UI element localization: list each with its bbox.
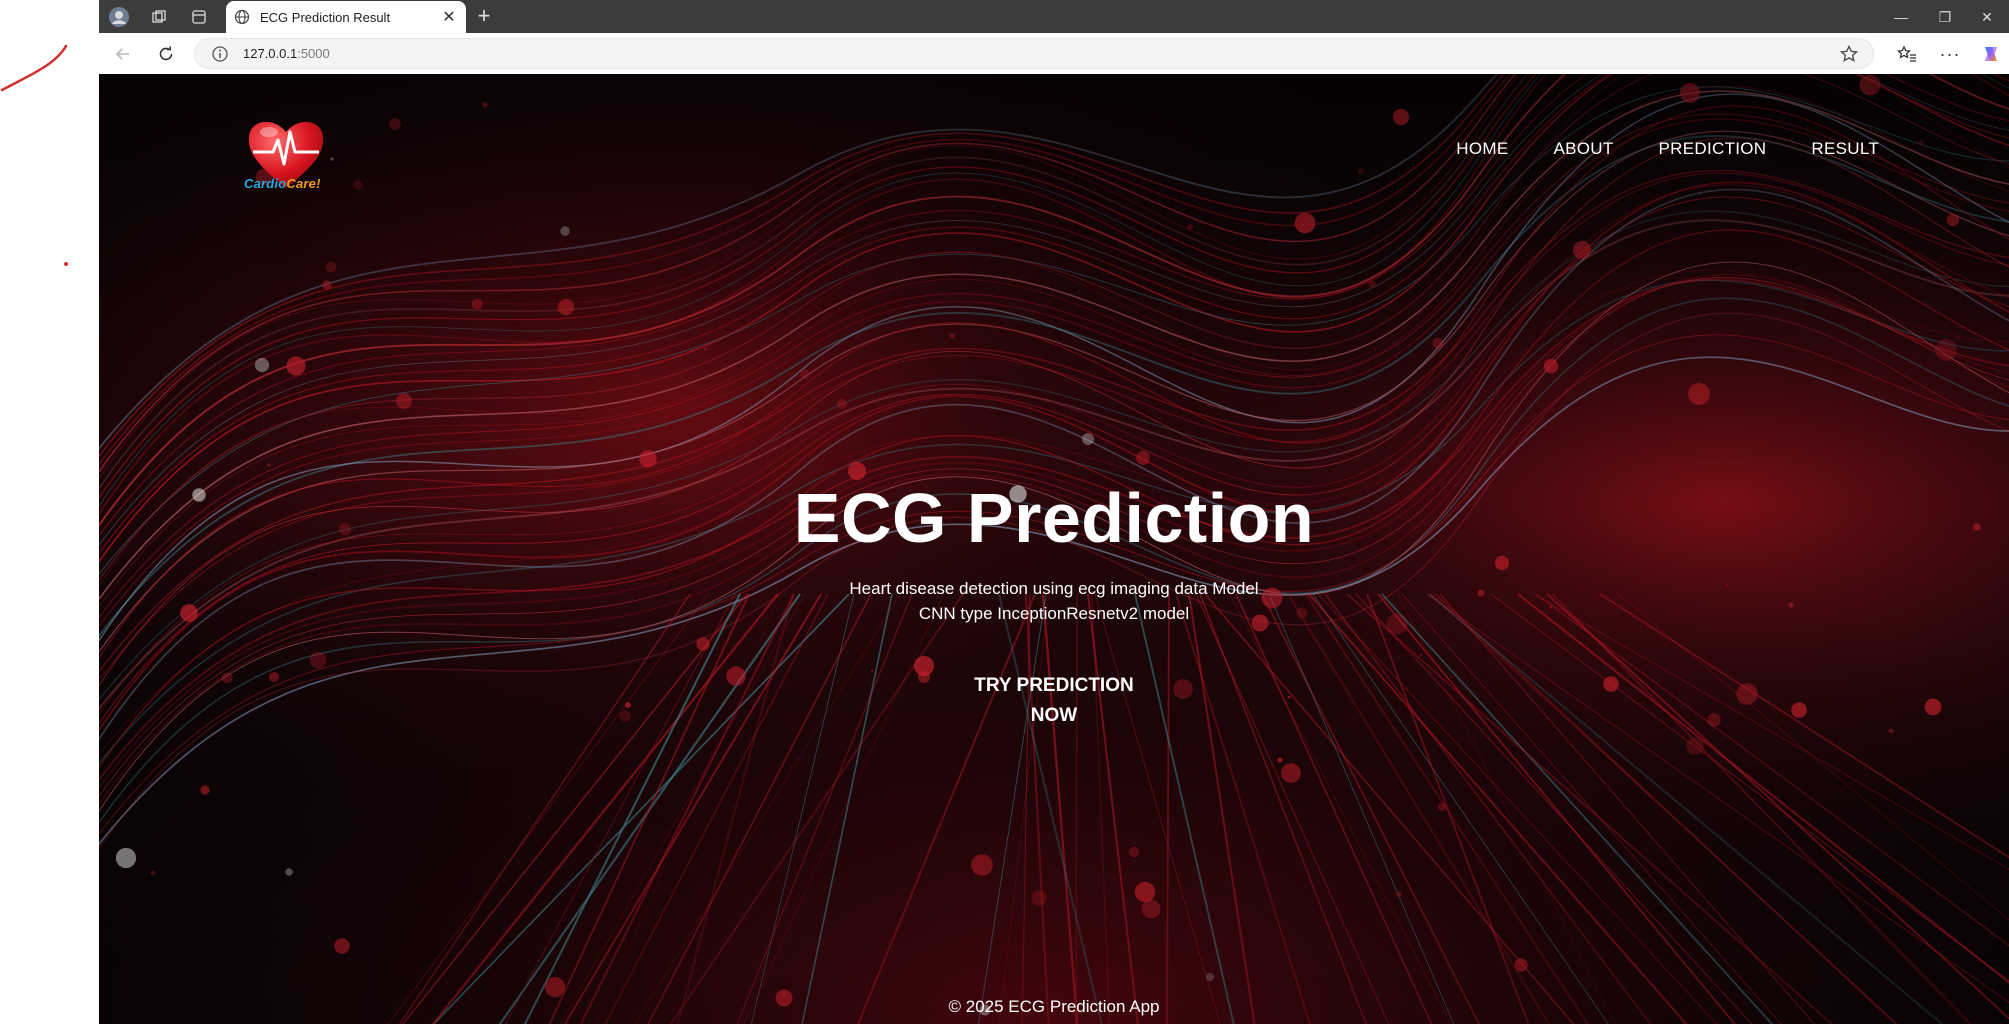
desktop-ink-annotation xyxy=(0,44,68,266)
browser-window: ECG Prediction Result ✕ + — ❐ ✕ 127.0.0.… xyxy=(99,0,2009,1024)
url-port: :5000 xyxy=(297,46,330,61)
tab-active[interactable]: ECG Prediction Result ✕ xyxy=(226,1,466,33)
hero-subtitle-line1: Heart disease detection using ecg imagin… xyxy=(849,579,1259,598)
nav-prediction[interactable]: PREDICTION xyxy=(1659,139,1767,159)
logo-text-part1: Cardio xyxy=(244,176,287,191)
try-prediction-button[interactable]: TRY PREDICTION NOW xyxy=(949,671,1159,726)
more-icon[interactable]: ··· xyxy=(1938,42,1962,66)
nav-result[interactable]: RESULT xyxy=(1811,139,1879,159)
workspaces-icon[interactable] xyxy=(145,3,173,31)
url-text[interactable]: 127.0.0.1:5000 xyxy=(243,46,330,61)
address-toolbar: 127.0.0.1:5000 ··· xyxy=(99,33,2009,74)
refresh-icon[interactable] xyxy=(152,40,180,68)
tab-title: ECG Prediction Result xyxy=(260,9,391,25)
nav-about[interactable]: ABOUT xyxy=(1553,139,1613,159)
globe-icon xyxy=(234,9,250,25)
main-nav: HOME ABOUT PREDICTION RESULT xyxy=(1456,139,1879,159)
logo-text: CardioCare! xyxy=(244,176,321,191)
logo-text-part2: Care! xyxy=(286,176,321,191)
plus-icon[interactable]: + xyxy=(471,4,497,30)
copilot-icon[interactable] xyxy=(1979,42,2003,66)
tab-bar: ECG Prediction Result ✕ + — ❐ ✕ xyxy=(99,0,2009,33)
back-icon[interactable] xyxy=(109,40,137,68)
profile-avatar-icon[interactable] xyxy=(105,3,133,31)
close-icon[interactable]: ✕ xyxy=(438,6,460,28)
hero-title: ECG Prediction xyxy=(793,479,1315,557)
address-bar[interactable]: 127.0.0.1:5000 xyxy=(194,38,1874,69)
hero-subtitle-line2: CNN type InceptionResnetv2 model xyxy=(918,604,1190,623)
favorites-icon[interactable] xyxy=(1895,42,1919,66)
star-icon[interactable] xyxy=(1839,44,1859,64)
footer-copyright: © 2025 ECG Prediction App xyxy=(948,997,1160,1016)
restore-icon[interactable]: ❐ xyxy=(1925,4,1965,30)
minimize-icon[interactable]: — xyxy=(1881,4,1921,30)
web-page: CardioCare! HOME ABOUT PREDICTION RESULT… xyxy=(99,74,2009,1024)
tab-actions-icon[interactable] xyxy=(185,3,213,31)
url-host: 127.0.0.1 xyxy=(243,46,298,61)
close-window-icon[interactable]: ✕ xyxy=(1967,4,2007,30)
nav-home[interactable]: HOME xyxy=(1456,139,1508,159)
info-icon[interactable] xyxy=(211,45,229,63)
